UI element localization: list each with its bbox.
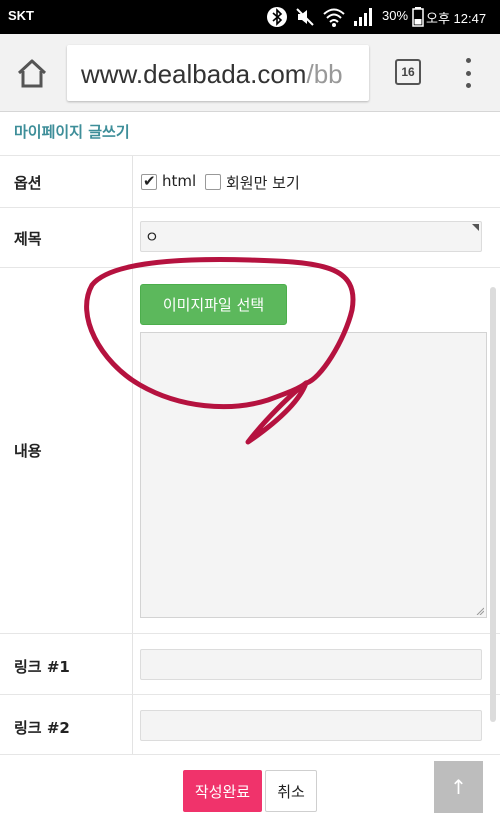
overflow-menu-button[interactable] — [458, 58, 478, 88]
options-label: 옵션 — [14, 174, 42, 192]
link1-input[interactable] — [140, 649, 482, 680]
status-bar: SKT 30% 오후 12:47 — [0, 0, 500, 34]
html-checkbox[interactable] — [141, 172, 157, 190]
wifi-icon — [323, 8, 345, 27]
url-bar[interactable]: www.dealbada.com/bb — [67, 45, 369, 101]
subject-input[interactable]: ㅇ — [140, 221, 482, 252]
subject-value: ㅇ — [145, 228, 159, 246]
tab-switcher-button[interactable]: 16 — [395, 59, 421, 85]
subject-label: 제목 — [14, 230, 42, 248]
status-icons — [266, 5, 374, 29]
url-domain: www.dealbada.com — [81, 59, 307, 89]
dot-icon — [465, 70, 471, 76]
home-icon — [17, 59, 47, 88]
battery-percent: 30% — [382, 8, 409, 23]
page-title: 마이페이지 글쓰기 — [14, 123, 130, 141]
link1-row: 링크 #1 — [0, 633, 500, 694]
battery-icon — [412, 7, 424, 27]
url-text: www.dealbada.com/bb — [81, 59, 343, 90]
carrier-label: SKT — [8, 8, 34, 23]
dot-icon — [465, 58, 471, 63]
link1-label: 링크 #1 — [14, 658, 70, 676]
scrollbar[interactable] — [490, 287, 496, 722]
image-file-select-button[interactable]: 이미지파일 선택 — [140, 284, 287, 325]
clock: 오후 12:47 — [426, 11, 487, 26]
link2-label: 링크 #2 — [14, 719, 70, 737]
home-button[interactable] — [14, 56, 50, 92]
url-path: /bb — [306, 59, 343, 89]
link2-row: 링크 #2 — [0, 694, 500, 755]
input-corner-marker-icon — [472, 224, 479, 231]
dot-icon — [465, 83, 471, 88]
cancel-button[interactable]: 취소 — [265, 770, 317, 812]
members-only-checkbox[interactable] — [205, 174, 221, 190]
bluetooth-icon — [267, 7, 287, 27]
signal-icon — [354, 8, 372, 26]
content-label: 내용 — [14, 442, 42, 460]
subject-row: 제목 ㅇ — [0, 207, 500, 267]
scroll-to-top-button[interactable]: ↑ — [434, 761, 483, 813]
mute-icon — [296, 8, 314, 26]
link2-input[interactable] — [140, 710, 482, 741]
content-textarea[interactable] — [140, 332, 487, 618]
members-only-label: 회원만 보기 — [226, 174, 300, 192]
browser-toolbar: www.dealbada.com/bb 16 — [0, 34, 500, 112]
html-checkbox-label: html — [162, 172, 197, 190]
submit-button[interactable]: 작성완료 — [183, 770, 262, 812]
resize-handle-icon[interactable] — [476, 607, 484, 615]
options-row: 옵션 html 회원만 보기 — [0, 155, 500, 207]
